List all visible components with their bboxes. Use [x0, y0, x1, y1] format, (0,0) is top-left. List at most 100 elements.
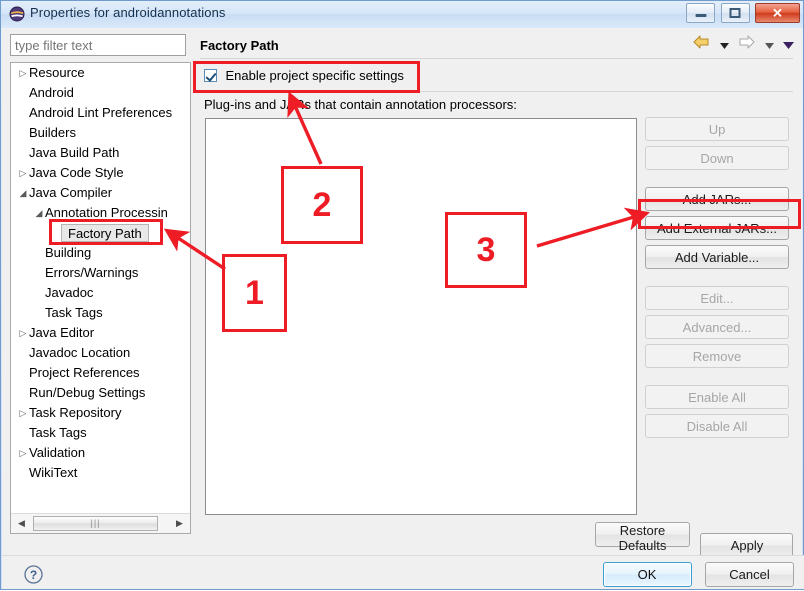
- checkbox-label: Enable project specific settings: [225, 68, 404, 83]
- twisty-collapsed-icon[interactable]: ▷: [17, 403, 29, 423]
- tree-horizontal-scrollbar[interactable]: ◀ ||| ▶: [11, 513, 190, 533]
- down-button: Down: [645, 146, 789, 170]
- add-jars-button[interactable]: Add JARs...: [645, 187, 789, 211]
- preferences-tree: ▷ Resource Android Android Lint Preferences…: [10, 62, 191, 534]
- forward-dropdown-icon[interactable]: [764, 36, 774, 54]
- sidebar-item-android[interactable]: Android: [11, 83, 190, 103]
- twisty-collapsed-icon[interactable]: ▷: [17, 443, 29, 463]
- view-menu-icon[interactable]: [783, 36, 794, 54]
- enable-project-specific-settings-checkbox[interactable]: Enable project specific settings: [204, 67, 404, 87]
- sidebar-item-errors-warnings[interactable]: Errors/Warnings: [11, 263, 190, 283]
- sidebar-item-label: Javadoc: [45, 285, 94, 300]
- preferences-sidebar: ▷ResourceAndroidAndroid Lint Preferences…: [7, 31, 193, 534]
- sidebar-item-label: Builders: [29, 125, 76, 140]
- sidebar-item-label: Run/Debug Settings: [29, 385, 146, 400]
- factory-path-list[interactable]: [205, 118, 637, 515]
- sidebar-item-task-tags[interactable]: Task Tags: [11, 303, 190, 323]
- remove-button: Remove: [645, 344, 789, 368]
- back-dropdown-icon[interactable]: [719, 36, 729, 54]
- twisty-collapsed-icon[interactable]: ▷: [17, 323, 29, 343]
- edit-button: Edit...: [645, 286, 789, 310]
- properties-dialog-window: Properties for androidannotations ✕ ▷Res…: [0, 0, 804, 590]
- eclipse-icon: [9, 6, 25, 22]
- forward-arrow-icon[interactable]: [738, 35, 755, 54]
- sidebar-item-label: Task Repository: [29, 405, 122, 420]
- sidebar-item-run-debug-settings[interactable]: Run/Debug Settings: [11, 383, 190, 403]
- sidebar-item-label: Android: [29, 85, 74, 100]
- sidebar-item-label: Task Tags: [45, 305, 103, 320]
- sidebar-item-builders[interactable]: Builders: [11, 123, 190, 143]
- help-icon[interactable]: ?: [24, 565, 43, 589]
- sidebar-item-validation[interactable]: ▷ Validation: [11, 443, 190, 463]
- close-button[interactable]: ✕: [755, 3, 800, 23]
- sidebar-item-label: Resource: [29, 65, 85, 80]
- add-external-jars-button[interactable]: Add External JARs...: [645, 216, 789, 240]
- checkbox-separator: [200, 91, 793, 92]
- sidebar-item-java-code-style[interactable]: ▷ Java Code Style: [11, 163, 190, 183]
- side-button-column: Up Down Add JARs... Add External JARs... Add…: [645, 117, 793, 443]
- sidebar-item-annotation-processin[interactable]: ◢ Annotation Processin: [11, 203, 190, 223]
- sidebar-item-task-tags[interactable]: Task Tags: [11, 423, 190, 443]
- sidebar-item-label: Java Compiler: [29, 185, 113, 200]
- sidebar-item-android-lint-preferences[interactable]: Android Lint Preferences: [11, 103, 190, 123]
- sidebar-item-java-build-path[interactable]: Java Build Path: [11, 143, 190, 163]
- sidebar-item-label: Building: [45, 245, 92, 260]
- maximize-button[interactable]: [720, 3, 750, 23]
- up-button: Up: [645, 117, 789, 141]
- sidebar-item-label: Java Editor: [29, 325, 95, 340]
- filter-input[interactable]: [10, 34, 186, 56]
- sidebar-item-label: Project References: [29, 365, 140, 380]
- sidebar-item-label: WikiText: [29, 465, 78, 480]
- page-title: Factory Path: [200, 38, 279, 53]
- title-separator: [200, 58, 793, 59]
- enable-all-button: Enable All: [645, 385, 789, 409]
- window-title: Properties for androidannotations: [30, 5, 226, 20]
- sidebar-item-java-compiler[interactable]: ◢ Java Compiler: [11, 183, 190, 203]
- sidebar-item-label: Java Build Path: [29, 145, 120, 160]
- navigation-controls: [688, 35, 794, 55]
- sidebar-item-factory-path[interactable]: Factory Path: [11, 223, 190, 243]
- sidebar-item-label: Factory Path: [61, 224, 149, 242]
- sidebar-item-project-references[interactable]: Project References: [11, 363, 190, 383]
- add-variable-button[interactable]: Add Variable...: [645, 245, 789, 269]
- restore-defaults-button[interactable]: Restore Defaults: [595, 522, 690, 553]
- tree-scroll-region: ▷ Resource Android Android Lint Preferences…: [11, 63, 190, 511]
- dialog-action-buttons: OK Cancel: [602, 562, 794, 587]
- scrollbar-thumb[interactable]: |||: [33, 516, 158, 531]
- ok-button[interactable]: OK: [602, 562, 692, 587]
- title-bar: Properties for androidannotations ✕: [1, 1, 803, 28]
- twisty-expanded-icon[interactable]: ◢: [17, 183, 29, 203]
- content-pane: Factory Path Enable project specific set…: [198, 31, 798, 531]
- close-icon: ✕: [772, 5, 783, 21]
- twisty-collapsed-icon[interactable]: ▷: [17, 163, 29, 183]
- sidebar-item-javadoc[interactable]: Javadoc: [11, 283, 190, 303]
- sidebar-item-label: Task Tags: [29, 425, 87, 440]
- sidebar-item-label: Validation: [29, 445, 86, 460]
- scroll-right-icon[interactable]: ▶: [171, 515, 188, 532]
- apply-button-row: Restore Defaults Apply: [595, 522, 794, 558]
- sidebar-item-label: Annotation Processin: [45, 205, 168, 220]
- advanced-button: Advanced...: [645, 315, 789, 339]
- twisty-collapsed-icon[interactable]: ▷: [17, 63, 29, 83]
- sidebar-item-label: Errors/Warnings: [45, 265, 139, 280]
- dialog-footer: ? OK Cancel: [2, 556, 804, 589]
- minimize-button[interactable]: [686, 3, 716, 23]
- sidebar-item-building[interactable]: Building: [11, 243, 190, 263]
- sidebar-item-wikitext[interactable]: WikiText: [11, 463, 190, 483]
- back-arrow-icon[interactable]: [693, 35, 710, 54]
- disable-all-button: Disable All: [645, 414, 789, 438]
- sidebar-item-label: Android Lint Preferences: [29, 105, 173, 120]
- svg-text:?: ?: [30, 568, 37, 582]
- sidebar-item-javadoc-location[interactable]: Javadoc Location: [11, 343, 190, 363]
- dialog-body: ▷ResourceAndroidAndroid Lint Preferences…: [2, 28, 804, 589]
- sidebar-item-java-editor[interactable]: ▷ Java Editor: [11, 323, 190, 343]
- window-controls: ✕: [685, 3, 800, 24]
- twisty-expanded-icon[interactable]: ◢: [33, 203, 45, 223]
- sidebar-item-task-repository[interactable]: ▷ Task Repository: [11, 403, 190, 423]
- cancel-button[interactable]: Cancel: [705, 562, 794, 587]
- sidebar-item-resource[interactable]: ▷ Resource: [11, 63, 190, 83]
- list-section-label: Plug-ins and JARs that contain annotatio…: [204, 97, 517, 112]
- scroll-left-icon[interactable]: ◀: [13, 515, 30, 532]
- checkbox-checked-icon[interactable]: [204, 69, 217, 82]
- sidebar-item-label: Java Code Style: [29, 165, 124, 180]
